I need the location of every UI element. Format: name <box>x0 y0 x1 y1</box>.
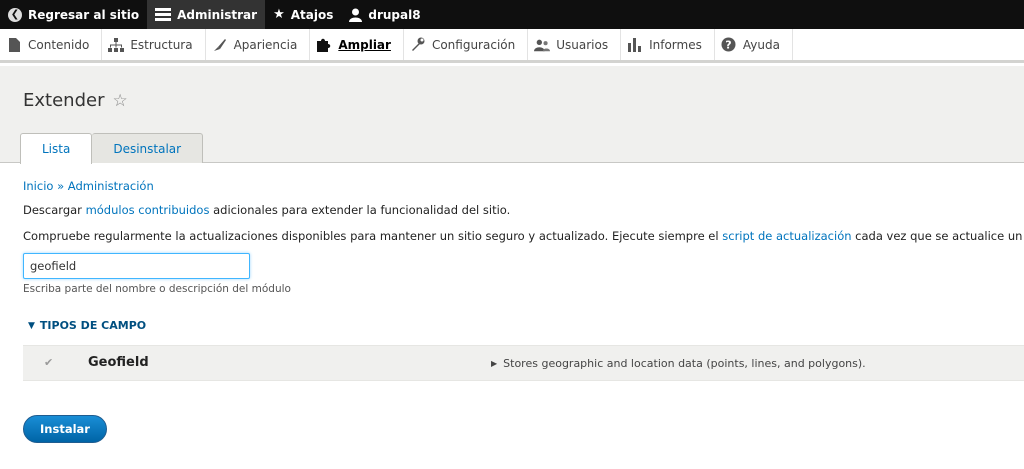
tray-item-extend[interactable]: Ampliar <box>310 29 404 60</box>
module-row-geofield: ✔ Geofield ▶ Stores geographic and locat… <box>23 345 1024 381</box>
puzzle-icon <box>316 37 332 53</box>
filter-description: Escriba parte del nombre o descripción d… <box>23 283 291 295</box>
breadcrumb-admin-link[interactable]: Administración <box>68 179 154 193</box>
tray-item-content[interactable]: Contenido <box>0 29 103 60</box>
paintbrush-icon <box>212 37 228 53</box>
tray-item-label: Configuración <box>431 37 516 52</box>
primary-tabs: Lista Desinstalar <box>20 133 204 164</box>
users-icon <box>534 37 551 53</box>
tray-item-appearance[interactable]: Apariencia <box>206 29 311 60</box>
back-circle-icon: ❮ <box>8 7 22 22</box>
breadcrumb: Inicio » Administración <box>23 179 154 193</box>
text-fragment: adicionales para extender la funcionalid… <box>209 203 511 217</box>
module-description: Stores geographic and location data (poi… <box>503 357 866 370</box>
tray-item-people[interactable]: Usuarios <box>528 29 622 60</box>
admin-menu-tray: Contenido Estructura Apariencia Ampliar … <box>0 29 1024 63</box>
help-icon: ? <box>721 37 737 53</box>
intro-download-text: Descargar módulos contribuidos adicional… <box>23 203 510 217</box>
hamburger-menu-icon <box>155 8 172 21</box>
svg-text:?: ? <box>726 39 732 52</box>
tray-item-label: Apariencia <box>233 37 298 52</box>
module-enabled-checkbox[interactable]: ✔ <box>44 357 55 368</box>
module-filter-input[interactable] <box>23 253 250 279</box>
breadcrumb-separator: » <box>57 179 65 193</box>
user-tab[interactable]: drupal8 <box>341 0 428 29</box>
page-title-text: Extender <box>23 90 105 111</box>
text-fragment: cada vez que se actualice un módulo. <box>855 229 1024 243</box>
shortcuts-tab[interactable]: ★ Atajos <box>265 0 341 29</box>
admin-toolbar: ❮ Regresar al sitio Administrar ★ Atajos… <box>0 0 1024 29</box>
page-header: Extender ☆ Lista Desinstalar <box>0 66 1024 164</box>
manage-tab[interactable]: Administrar <box>147 0 266 29</box>
user-label: drupal8 <box>368 7 421 22</box>
star-icon[interactable]: ☆ <box>112 91 127 111</box>
tray-item-label: Estructura <box>130 37 193 52</box>
tray-item-configuration[interactable]: Configuración <box>404 29 529 60</box>
tray-item-label: Ampliar <box>338 37 391 52</box>
file-icon <box>6 37 22 53</box>
update-script-link[interactable]: script de actualización <box>722 229 851 243</box>
user-icon <box>349 8 363 22</box>
breadcrumb-home-link[interactable]: Inicio <box>23 179 53 193</box>
group-title-label: TIPOS DE CAMPO <box>39 319 147 332</box>
tray-item-label: Contenido <box>28 37 90 52</box>
bar-chart-icon <box>627 37 643 53</box>
page-title: Extender ☆ <box>23 90 128 111</box>
tray-item-label: Ayuda <box>742 37 780 52</box>
install-button[interactable]: Instalar <box>23 415 107 443</box>
sitemap-icon <box>108 37 125 53</box>
tray-item-label: Informes <box>649 37 702 52</box>
module-name: Geofield <box>88 355 149 370</box>
triangle-right-icon: ▶ <box>491 359 498 368</box>
triangle-down-icon: ▼ <box>28 320 35 331</box>
text-fragment: Descargar <box>23 203 86 217</box>
text-fragment: Compruebe regularmente la actualizacione… <box>23 229 723 243</box>
back-to-site-label: Regresar al sitio <box>28 7 140 22</box>
wrench-icon <box>410 37 426 53</box>
shortcuts-label: Atajos <box>290 7 334 22</box>
contributed-modules-link[interactable]: módulos contribuidos <box>86 203 210 217</box>
tray-item-label: Usuarios <box>556 37 609 52</box>
tab-list[interactable]: Lista <box>20 133 93 164</box>
intro-update-text: Compruebe regularmente la actualizacione… <box>23 229 1024 243</box>
star-icon: ★ <box>273 7 285 22</box>
back-to-site-link[interactable]: ❮ Regresar al sitio <box>0 0 147 29</box>
tab-uninstall[interactable]: Desinstalar <box>92 133 204 163</box>
manage-label: Administrar <box>177 7 258 22</box>
module-description-toggle[interactable]: ▶ Stores geographic and location data (p… <box>491 357 866 370</box>
tray-item-structure[interactable]: Estructura <box>102 29 206 60</box>
tray-item-help[interactable]: ? Ayuda <box>715 29 793 60</box>
field-types-group-toggle[interactable]: ▼ TIPOS DE CAMPO <box>28 319 146 332</box>
tray-item-reports[interactable]: Informes <box>621 29 715 60</box>
